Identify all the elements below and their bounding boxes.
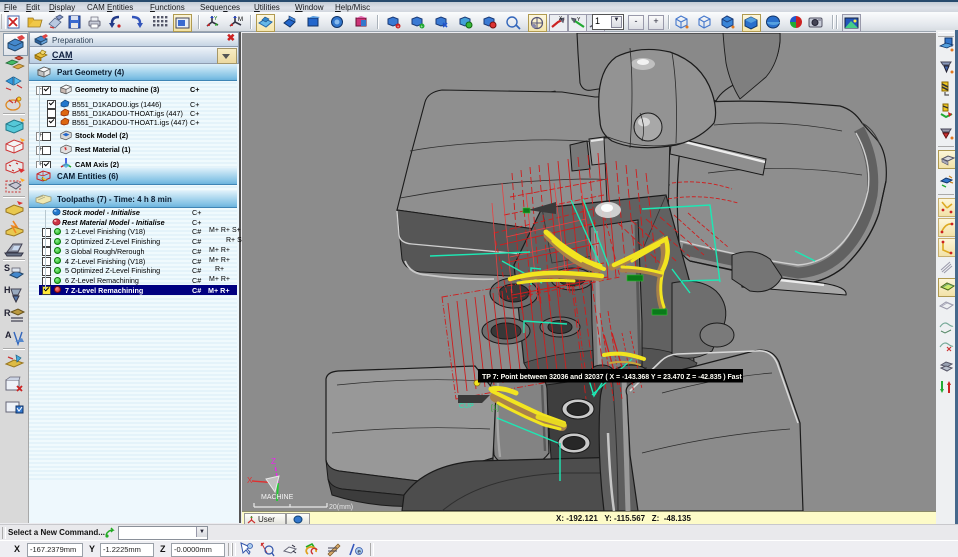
svg-text:X: X [247, 476, 253, 485]
svg-text:M: M [238, 17, 243, 23]
svg-text:A: A [5, 330, 12, 340]
svg-text:S: S [4, 263, 10, 273]
svg-text:[1]: [1] [491, 405, 499, 412]
svg-text:TP 7: Point between 32036 and: TP 7: Point between 32036 and 32037 ( X … [482, 374, 742, 381]
svg-text:Y: Y [214, 16, 218, 22]
svg-text:CUP: CUP [459, 403, 474, 410]
svg-text:+: + [421, 24, 424, 29]
svg-text:H: H [4, 285, 11, 295]
svg-text:R: R [4, 308, 11, 318]
svg-text:Z: Z [271, 457, 276, 466]
svg-text:20(mm): 20(mm) [329, 504, 353, 511]
svg-text:Y: Y [577, 17, 581, 23]
svg-text:MACHINE: MACHINE [261, 494, 294, 501]
svg-text:+: + [397, 24, 400, 29]
